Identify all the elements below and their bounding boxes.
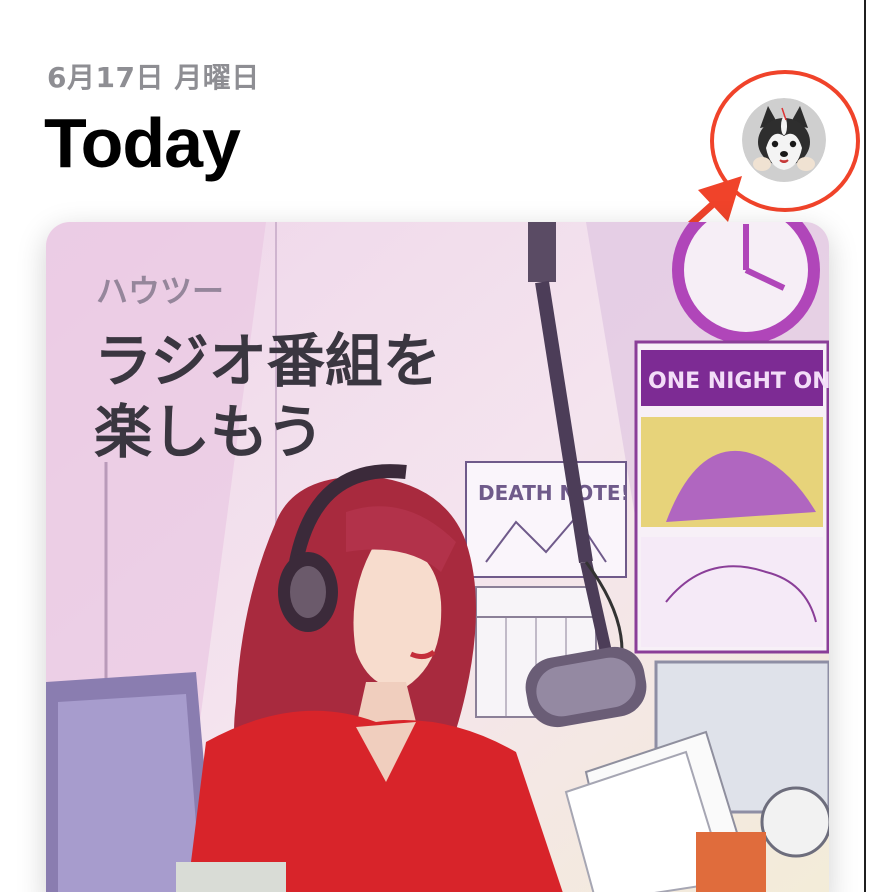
radio-studio-illustration: ONE NIGHT ONLY! DEATH NOTE! <box>46 222 829 892</box>
app-store-today-screen: 6月17日 月曜日 Today ONE NIGHT ON DEATH NOTE!… <box>0 0 876 892</box>
poster-heading: ONE NIGHT ONLY! <box>648 369 829 394</box>
card-title-line: ラジオ番組を <box>94 327 441 395</box>
card-category-label: ハウツー <box>96 272 225 310</box>
date-label: 6月17日 月曜日 <box>47 61 260 94</box>
husky-avatar-icon <box>742 98 826 182</box>
account-avatar-button[interactable] <box>742 98 826 182</box>
poster-heading-2: DEATH NOTE! <box>478 481 630 505</box>
page-title: Today <box>44 104 241 182</box>
poster-one-night-only: ONE NIGHT ONLY! <box>634 340 829 654</box>
poster-death-note: DEATH NOTE! <box>465 461 630 578</box>
card-title: ラジオ番組を 楽しもう <box>94 326 514 468</box>
window-edge-divider <box>864 0 866 892</box>
card-title-line: 楽しもう <box>94 397 325 466</box>
featured-story-card[interactable]: ONE NIGHT ONLY! DEATH NOTE! <box>46 222 829 892</box>
